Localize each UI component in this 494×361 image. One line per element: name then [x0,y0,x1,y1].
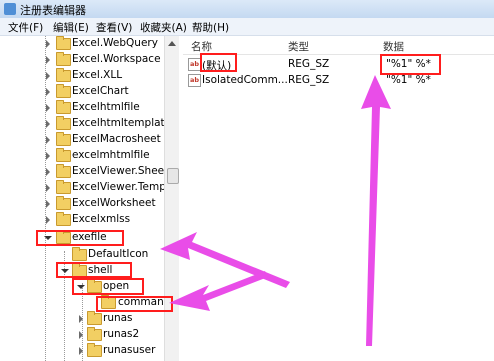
arrow-to-exefile [160,232,290,288]
arrow-to-data [361,75,391,346]
annotation-arrows [160,75,391,346]
arrow-to-command [169,271,268,311]
